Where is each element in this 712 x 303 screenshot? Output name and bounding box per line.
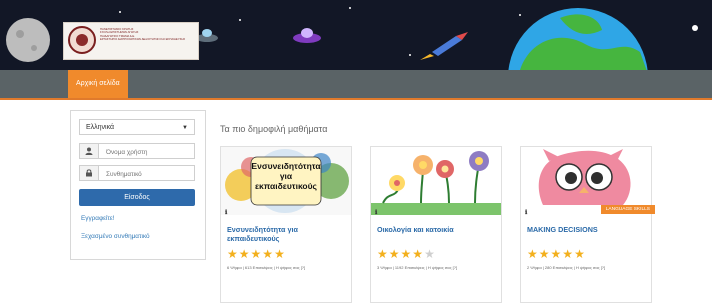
popular-courses-title: Τα πιο δημοφιλή μαθήματα: [220, 124, 328, 134]
course-title[interactable]: MAKING DECISIONS: [527, 225, 645, 234]
login-panel: Ελληνικά ▼ Είσοδος Εγγραφείτε! Ξεχασμένο…: [70, 110, 206, 260]
language-skills-badge: LANGUAGE SKILLS: [600, 205, 655, 214]
language-select[interactable]: Ελληνικά ▼: [79, 119, 195, 135]
star-icon: ★: [527, 247, 539, 261]
course-thumbnail[interactable]: Ενσυνειδητότητα για εκπαιδευτικούς: [221, 147, 351, 215]
main-navbar: Αρχική σελίδα: [0, 70, 712, 100]
star-icon: ★: [538, 247, 551, 261]
star-icon: ★: [400, 247, 413, 261]
rating-stars[interactable]: ★★★★★: [227, 247, 345, 261]
course-meta: 3 Ψήφοι | 1192 Επισκέψεις | Η ψήφος σας …: [377, 265, 458, 270]
register-link[interactable]: Εγγραφείτε!: [81, 215, 115, 222]
course-title[interactable]: Οικολογία και κατοικία: [377, 225, 495, 234]
star-icon: ★: [238, 247, 251, 261]
rating-stars[interactable]: ★★★★★: [377, 247, 495, 261]
password-field[interactable]: [79, 165, 195, 181]
course-thumbnail[interactable]: [371, 147, 501, 215]
star-icon: ★: [562, 247, 575, 261]
lock-icon: [80, 166, 99, 180]
login-button[interactable]: Είσοδος: [79, 189, 195, 206]
star-icon: ★: [262, 247, 275, 261]
star-icon: ★: [424, 247, 436, 261]
star-icon: ★: [377, 247, 389, 261]
star-icon: ★: [574, 247, 586, 261]
nav-home-link[interactable]: Αρχική σελίδα: [68, 70, 128, 98]
course-card[interactable]: LANGUAGE SKILLS ℹ MAKING DECISIONS ★★★★★…: [520, 146, 655, 303]
rating-stars[interactable]: ★★★★★: [527, 247, 645, 261]
course-card[interactable]: Ενσυνειδητότητα για εκπαιδευτικούς ℹ Ενσ…: [220, 146, 352, 303]
info-icon[interactable]: ℹ: [225, 209, 227, 216]
course-card[interactable]: ℹ Οικολογία και κατοικία ★★★★★ 3 Ψήφοι |…: [370, 146, 502, 303]
star-icon: ★: [250, 247, 263, 261]
password-input[interactable]: [104, 167, 194, 181]
info-icon[interactable]: ℹ: [375, 209, 377, 216]
info-icon[interactable]: ℹ: [525, 209, 527, 216]
star-icon: ★: [388, 247, 401, 261]
course-meta: 6 Ψήφοι | 613 Επισκέψεις | Η ψήφος σας […: [227, 265, 306, 270]
chevron-down-icon: ▼: [182, 125, 188, 131]
star-icon: ★: [550, 247, 563, 261]
course-meta: 2 Ψήφοι | 280 Επισκέψεις | Η ψήφος σας […: [527, 265, 606, 270]
username-input[interactable]: [104, 145, 194, 159]
university-logo[interactable]: ΠΑΝΕΠΙΣΤΗΜΙΟ ΚΡΗΤΗΣ ΣΧΟΛΗ ΕΠΙΣΤΗΜΩΝ ΑΓΩΓ…: [63, 22, 199, 60]
language-value: Ελληνικά: [86, 124, 115, 131]
thumbnail-caption: Ενσυνειδητότητα για εκπαιδευτικούς: [251, 161, 321, 191]
star-icon: ★: [274, 247, 286, 261]
university-seal: [68, 26, 96, 54]
course-title[interactable]: Ενσυνειδητότητα για εκπαιδευτικούς: [227, 225, 345, 243]
forgot-password-link[interactable]: Ξεχασμένο συνθηματικό: [81, 233, 150, 240]
logo-text: ΠΑΝΕΠΙΣΤΗΜΙΟ ΚΡΗΤΗΣ ΣΧΟΛΗ ΕΠΙΣΤΗΜΩΝ ΑΓΩΓ…: [100, 27, 186, 41]
header-banner: ΠΑΝΕΠΙΣΤΗΜΙΟ ΚΡΗΤΗΣ ΣΧΟΛΗ ΕΠΙΣΤΗΜΩΝ ΑΓΩΓ…: [0, 0, 712, 70]
star-icon: ★: [227, 247, 239, 261]
star-icon: ★: [412, 247, 425, 261]
user-icon: [80, 144, 99, 158]
username-field[interactable]: [79, 143, 195, 159]
flowers-image: [371, 147, 501, 215]
